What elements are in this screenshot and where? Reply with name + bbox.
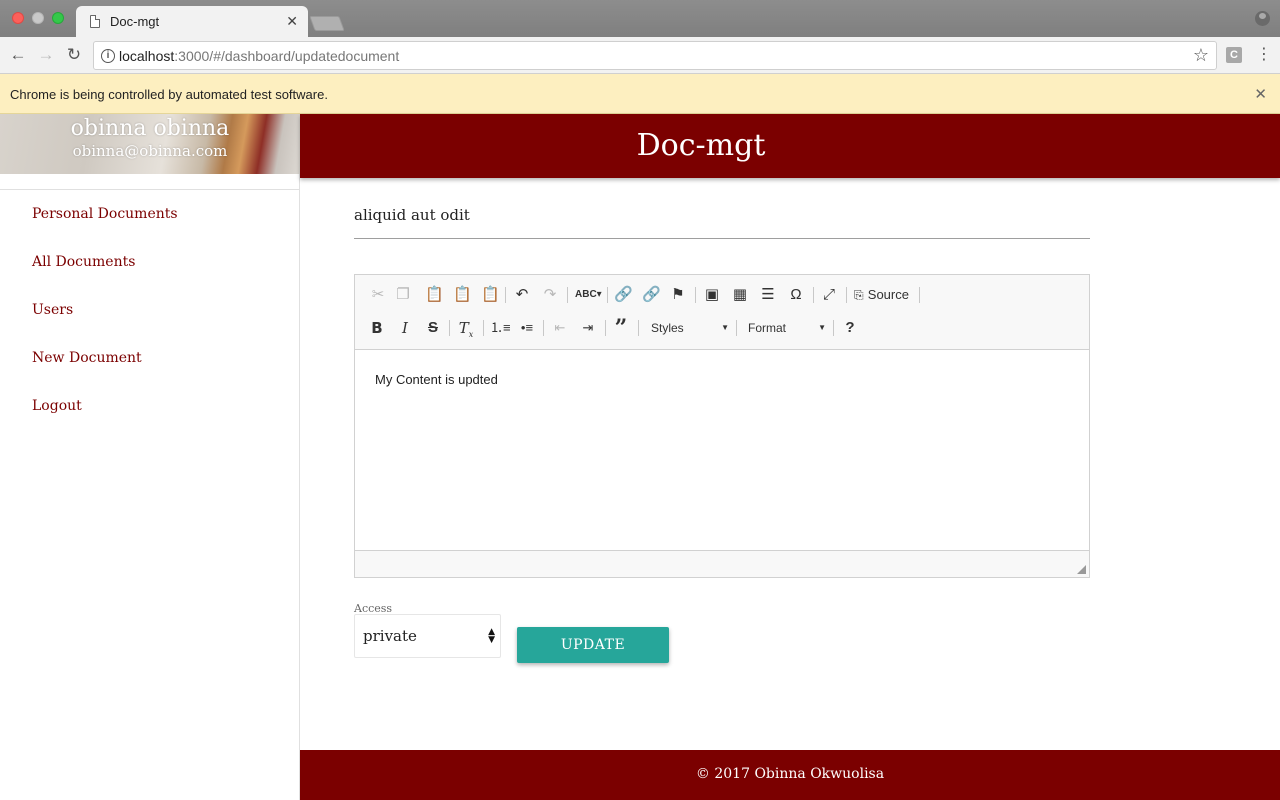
browser-toolbar: ← → ↻ i localhost:3000/#/dashboard/updat… <box>0 37 1280 74</box>
toolbar-separator <box>638 320 639 336</box>
toolbar-separator <box>567 287 568 303</box>
toolbar-separator <box>607 287 608 303</box>
back-arrow-icon[interactable]: ← <box>8 45 28 65</box>
sidebar-item-users[interactable]: Users <box>0 298 300 346</box>
update-button[interactable]: UPDATE <box>517 627 669 663</box>
numbered-list-icon[interactable]: ⒈≡ <box>490 316 511 340</box>
editor-statusbar <box>355 550 1089 577</box>
special-character-icon[interactable]: Ω <box>787 283 805 307</box>
cut-icon[interactable]: ✂ <box>371 283 385 307</box>
spellcheck-icon[interactable]: ABC▾ <box>575 283 602 307</box>
toolbar-separator <box>483 320 484 336</box>
document-icon <box>90 15 100 28</box>
forward-arrow-icon[interactable]: → <box>36 45 56 65</box>
undo-icon[interactable]: ↶ <box>513 283 531 307</box>
close-window-button[interactable] <box>12 12 24 24</box>
access-select[interactable]: private ▲ ▼ <box>354 614 501 658</box>
user-panel: obinna obinna obinna@obinna.com <box>0 114 300 174</box>
maximize-icon[interactable]: ⤢ <box>820 283 838 307</box>
outdent-icon[interactable]: ⇤ <box>551 316 569 340</box>
italic-icon[interactable]: I <box>397 316 413 340</box>
maximize-window-button[interactable] <box>52 12 64 24</box>
access-select-value: private <box>363 627 417 645</box>
url-text[interactable]: localhost:3000/#/dashboard/updatedocumen… <box>119 48 399 64</box>
unlink-icon[interactable]: 🔗 <box>642 283 661 307</box>
styles-dropdown[interactable]: Styles ▼ <box>651 316 729 340</box>
automation-infobar: Chrome is being controlled by automated … <box>0 74 1280 114</box>
url-path: :3000/#/dashboard/updatedocument <box>174 48 400 64</box>
format-label: Format <box>748 321 787 335</box>
paste-word-icon[interactable]: 📋 <box>481 283 500 307</box>
toolbar-separator <box>543 320 544 336</box>
document-title-input[interactable]: aliquid aut odit <box>354 206 1090 239</box>
redo-icon[interactable]: ↷ <box>541 283 559 307</box>
sidebar-item-personal-documents[interactable]: Personal Documents <box>0 202 300 250</box>
info-icon[interactable]: i <box>101 49 115 63</box>
address-bar[interactable]: i localhost:3000/#/dashboard/updatedocum… <box>93 41 1217 70</box>
toolbar-separator <box>919 287 920 303</box>
sidebar-nav: Personal Documents All Documents Users N… <box>0 202 300 442</box>
reload-icon[interactable]: ↻ <box>64 45 84 65</box>
tab-close-icon[interactable]: ✕ <box>286 13 298 30</box>
editor-content[interactable]: My Content is updted <box>375 372 498 387</box>
footer-copyright: © 2017 Obinna Okwuolisa <box>695 766 885 782</box>
browser-tabstrip: Doc-mgt ✕ <box>0 0 1280 37</box>
tab-title: Doc-mgt <box>110 14 160 29</box>
sidebar-item-all-documents[interactable]: All Documents <box>0 250 300 298</box>
source-label: Source <box>867 287 909 302</box>
editor-toolbar: ✂ ❐ 📋 📋 📋 ↶ ↷ ABC▾ 🔗 🔗 ⚑ ▣ ▦ ☰ Ω ⤢ ⎘ Sou… <box>355 275 1089 350</box>
app-header: Doc-mgt <box>300 114 1280 178</box>
app-title[interactable]: Doc-mgt <box>300 128 1102 163</box>
kebab-menu-icon[interactable]: ⋮ <box>1256 45 1272 65</box>
bulleted-list-icon[interactable]: •≡ <box>518 316 536 340</box>
user-email: obinna@obinna.com <box>72 142 228 160</box>
sidebar: obinna obinna obinna@obinna.com Personal… <box>0 114 300 800</box>
toolbar-separator <box>736 320 737 336</box>
minimize-window-button[interactable] <box>32 12 44 24</box>
bookmark-star-icon[interactable]: ☆ <box>1193 45 1209 66</box>
sidebar-item-logout[interactable]: Logout <box>0 394 300 442</box>
copy-icon[interactable]: ❐ <box>395 283 411 307</box>
toolbar-separator <box>605 320 606 336</box>
chevron-down-icon: ▼ <box>721 323 729 332</box>
table-icon[interactable]: ▦ <box>731 283 749 307</box>
paste-text-icon[interactable]: 📋 <box>453 283 472 307</box>
image-icon[interactable]: ▣ <box>703 283 721 307</box>
horizontal-line-icon[interactable]: ☰ <box>759 283 777 307</box>
link-icon[interactable]: 🔗 <box>614 283 633 307</box>
bold-icon[interactable]: B <box>369 316 385 340</box>
rich-text-editor: ✂ ❐ 📋 📋 📋 ↶ ↷ ABC▾ 🔗 🔗 ⚑ ▣ ▦ ☰ Ω ⤢ ⎘ Sou… <box>354 274 1090 578</box>
blockquote-icon[interactable]: ” <box>612 316 630 340</box>
chevron-down-icon: ▼ <box>818 323 826 332</box>
strikethrough-icon[interactable]: S <box>425 316 441 340</box>
url-host: localhost <box>119 48 175 64</box>
indent-icon[interactable]: ⇥ <box>579 316 597 340</box>
toolbar-separator <box>449 320 450 336</box>
toolbar-separator <box>695 287 696 303</box>
toolbar-separator <box>833 320 834 336</box>
sidebar-divider <box>0 189 300 190</box>
new-tab-button[interactable] <box>309 16 345 31</box>
format-dropdown[interactable]: Format ▼ <box>748 316 826 340</box>
styles-label: Styles <box>651 321 684 335</box>
user-name: obinna obinna <box>70 116 230 141</box>
paste-icon[interactable]: 📋 <box>425 283 444 307</box>
infobar-message: Chrome is being controlled by automated … <box>10 87 328 102</box>
app-footer: © 2017 Obinna Okwuolisa <box>300 750 1280 800</box>
resize-handle-icon[interactable] <box>1077 565 1086 574</box>
select-arrows-icon: ▲ ▼ <box>488 627 495 645</box>
help-icon[interactable]: ? <box>842 316 858 340</box>
sidebar-item-new-document[interactable]: New Document <box>0 346 300 394</box>
toolbar-separator <box>505 287 506 303</box>
anchor-flag-icon[interactable]: ⚑ <box>670 283 686 307</box>
browser-tab[interactable]: Doc-mgt ✕ <box>76 6 308 37</box>
source-icon: ⎘ <box>854 288 864 302</box>
remove-format-icon[interactable]: Tx <box>456 316 476 340</box>
infobar-close-icon[interactable]: ✕ <box>1254 85 1267 103</box>
profile-icon[interactable] <box>1255 11 1270 26</box>
extension-icon[interactable]: C <box>1226 47 1242 63</box>
toolbar-separator <box>846 287 847 303</box>
toolbar-separator <box>813 287 814 303</box>
source-button[interactable]: ⎘ Source <box>854 283 914 307</box>
